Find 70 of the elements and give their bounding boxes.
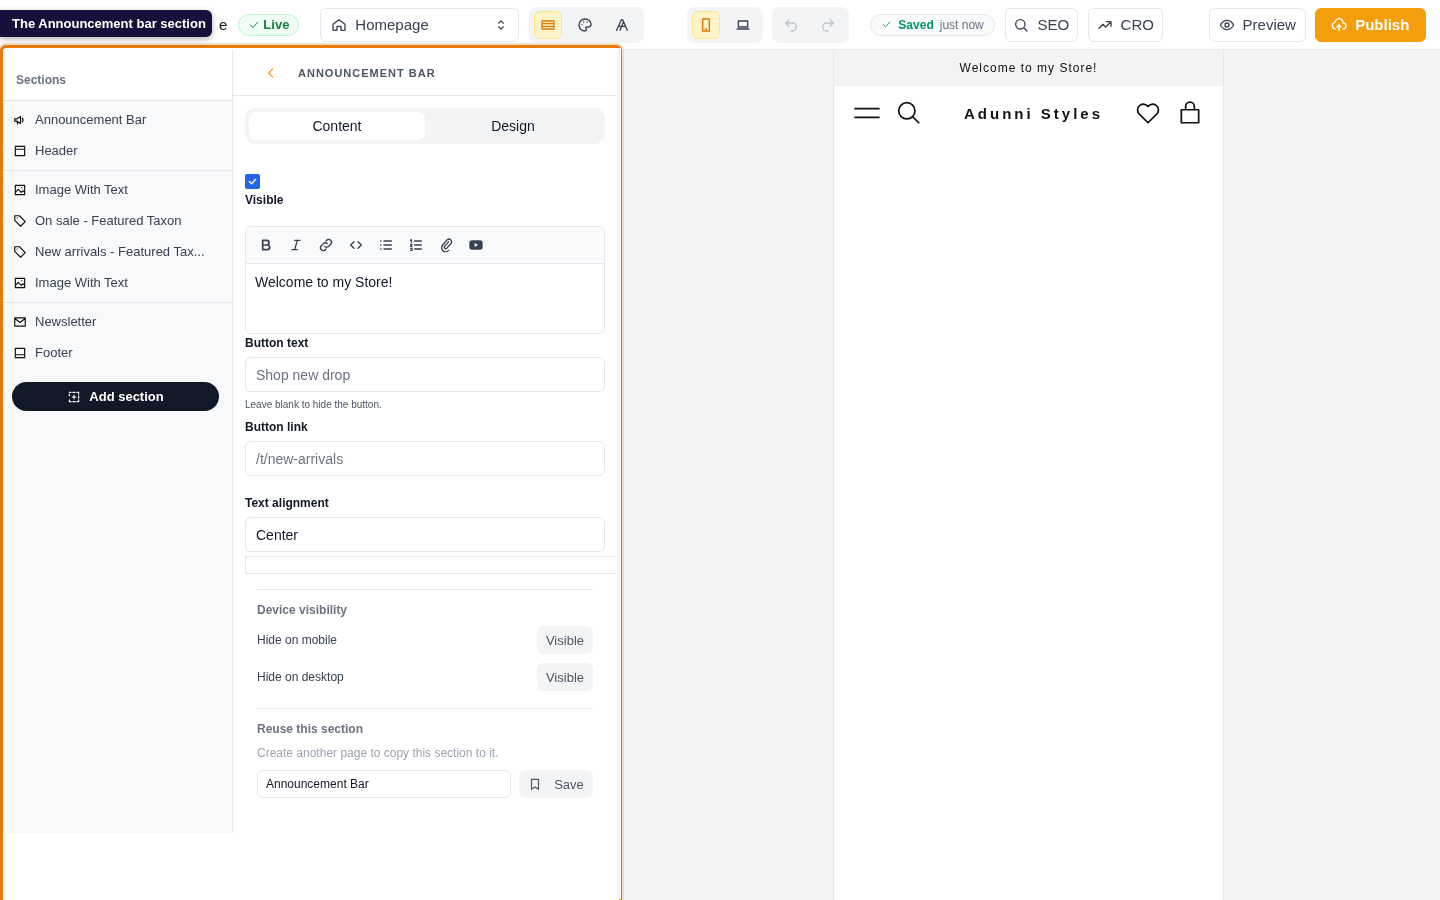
image-icon (13, 275, 27, 290)
layout-tool[interactable] (534, 10, 563, 39)
seo-button[interactable]: SEO (1004, 7, 1078, 42)
section-name-field[interactable]: Announcement Bar (257, 770, 511, 798)
tab[interactable]: Content (249, 112, 425, 140)
bag-icon (1177, 100, 1203, 126)
visibility-toggle[interactable]: Visible (536, 663, 593, 691)
numbered-list-icon (408, 237, 424, 253)
field-label: Button link (245, 420, 309, 434)
search-icon (1013, 16, 1030, 33)
heart-icon (1135, 100, 1161, 126)
visible-checkbox[interactable] (245, 174, 260, 189)
sidebar-item[interactable]: Announcement Bar (3, 104, 232, 135)
sidebar-item[interactable]: Header (3, 135, 232, 166)
add-section-button[interactable]: Add section (12, 382, 219, 411)
sidebar-item[interactable]: New arrivals - Featured Tax... (3, 236, 232, 267)
text-alignment-field[interactable]: Center (245, 517, 605, 552)
cloud-upload-icon (1331, 16, 1348, 33)
save-status: Saved just now (870, 13, 995, 36)
mail-icon (13, 314, 27, 329)
sidebar-item[interactable]: On sale - Featured Taxon (3, 205, 232, 236)
tooltip: The Announcement bar section (0, 10, 212, 37)
video-icon (468, 237, 484, 253)
store-name: Adunni Styles (963, 104, 1104, 122)
palette-icon (577, 16, 594, 33)
field-label: Text alignment (245, 496, 330, 510)
add-block-icon (67, 389, 82, 404)
search-icon (896, 100, 922, 126)
mobile-view-button[interactable] (692, 10, 721, 39)
field-label: Button text (245, 336, 310, 350)
italic-icon (288, 237, 304, 253)
sidebar-item[interactable]: Image With Text (3, 267, 232, 298)
sidebar-item[interactable]: Image With Text (3, 174, 232, 205)
check-icon (247, 176, 258, 187)
tab[interactable]: Design (425, 112, 601, 140)
sidebar-item[interactable]: Newsletter (3, 306, 232, 337)
image-icon (13, 182, 27, 197)
footer-icon (13, 345, 27, 360)
page-title: e (219, 16, 228, 33)
live-badge: Live (238, 13, 300, 36)
cro-button[interactable]: CRO (1087, 7, 1163, 42)
rich-text-editor[interactable]: Welcome to my Store! (245, 226, 605, 334)
setting-label: Hide on mobile (257, 633, 338, 647)
tag-icon (13, 213, 27, 228)
typography-icon (614, 16, 631, 33)
check-icon (881, 19, 893, 30)
tag-icon (13, 244, 27, 259)
button-text-field[interactable]: Shop new drop (245, 357, 605, 392)
section-heading: Device visibility (257, 603, 349, 617)
bullet-list-icon (378, 237, 394, 253)
undo-icon (783, 16, 800, 33)
description: Create another page to copy this section to it. (257, 746, 500, 760)
redo-icon (820, 16, 837, 33)
preview-button[interactable]: Preview (1208, 7, 1306, 42)
paperclip-icon (438, 237, 454, 253)
checkbox-label: Visible (245, 193, 285, 207)
link-icon (318, 237, 334, 253)
panel-title: ANNOUNCEMENT BAR (298, 66, 436, 79)
help-text: Leave blank to hide the button. (245, 399, 383, 410)
home-icon (331, 16, 348, 33)
page-select[interactable]: Homepage (320, 7, 520, 42)
setting-label: Hide on desktop (257, 670, 344, 684)
sidebar-title: Sections (16, 73, 66, 87)
sidebar-item[interactable]: Footer (3, 337, 232, 368)
save-button[interactable]: Save (519, 770, 593, 798)
announcement-text: Welcome to my Store! (959, 61, 1098, 75)
header-icon (13, 143, 27, 158)
section-heading: Reuse this section (257, 722, 365, 736)
button-link-field[interactable]: /t/new-arrivals (245, 441, 605, 476)
visibility-toggle[interactable]: Visible (536, 626, 593, 654)
